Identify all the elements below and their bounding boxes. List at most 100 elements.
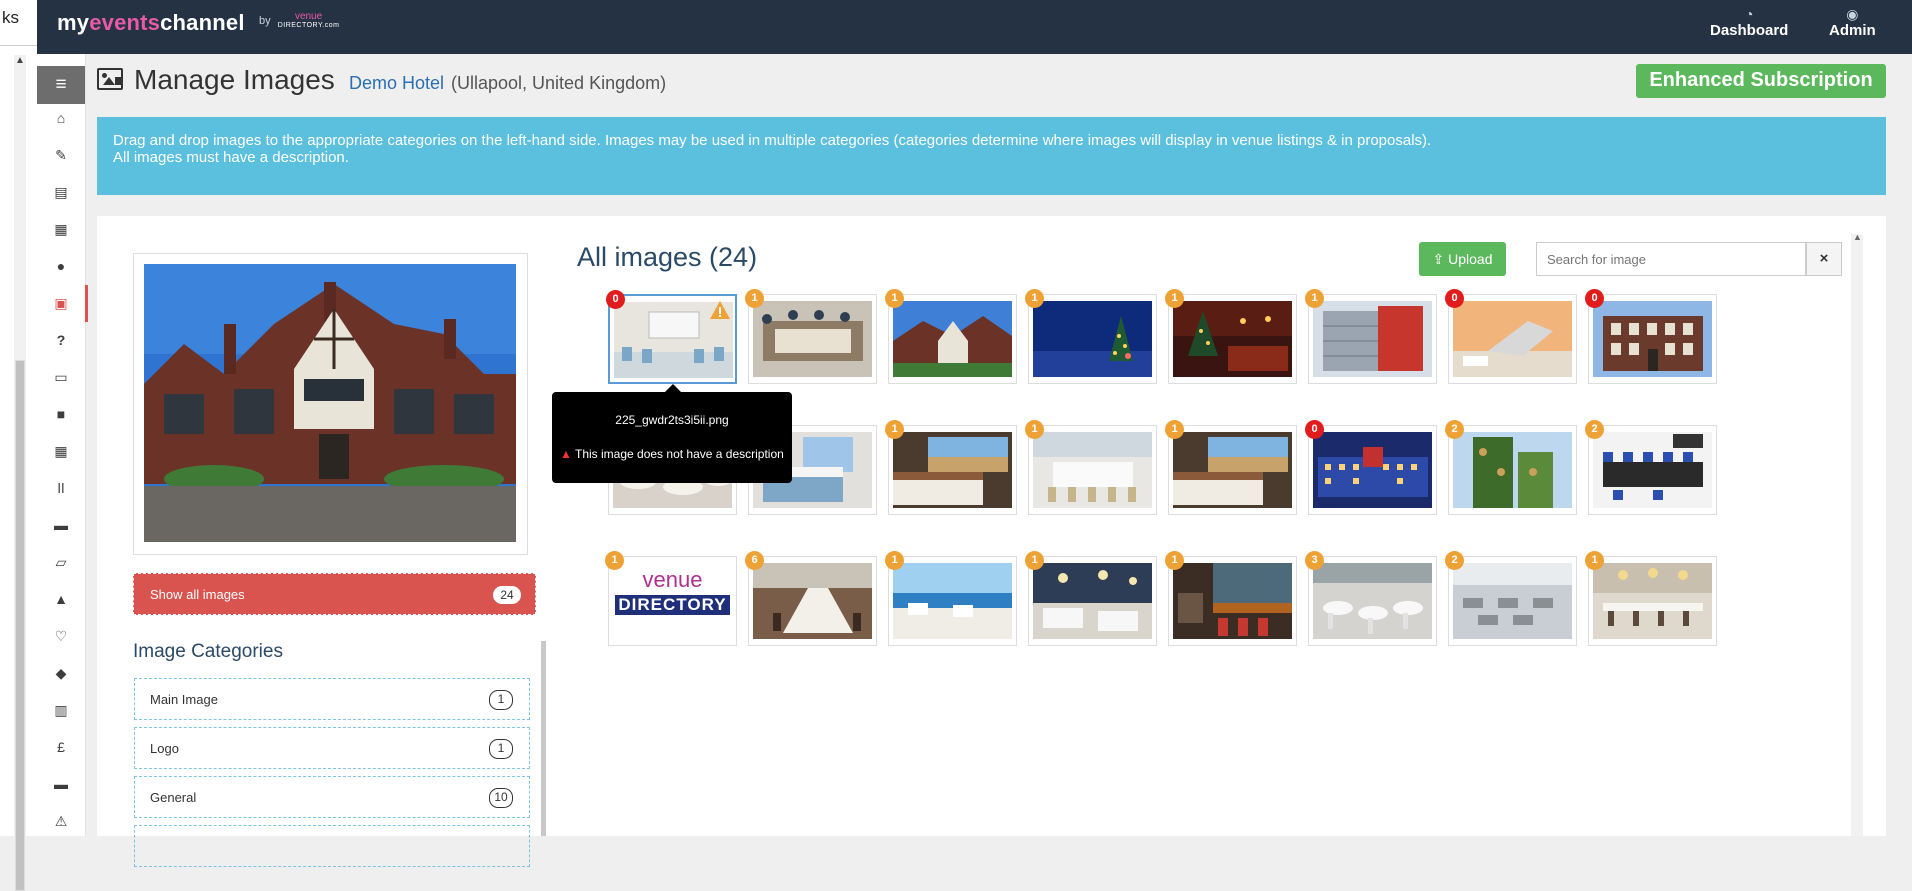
clear-search-button[interactable]: × <box>1806 242 1842 276</box>
scroll-up-icon[interactable]: ▲ <box>15 55 25 66</box>
cutlery-icon[interactable]: ǀǀ <box>37 470 85 507</box>
document-icon[interactable]: ▤ <box>37 174 85 211</box>
thumbnail-image <box>753 563 872 639</box>
id-card-icon[interactable]: ▥ <box>37 692 85 729</box>
usage-count-badge: 0 <box>606 290 625 309</box>
thumbnail-image <box>1593 432 1712 508</box>
category-count: 10 <box>489 788 513 808</box>
search-image-input[interactable] <box>1536 242 1806 276</box>
pound-icon[interactable]: £ <box>37 729 85 766</box>
thumbnail-image <box>1033 563 1152 639</box>
nav-admin[interactable]: ◉ Admin <box>1829 6 1876 39</box>
outer-divider <box>0 45 37 46</box>
user-icon[interactable]: ● <box>37 248 85 285</box>
nav-admin-label: Admin <box>1829 22 1876 39</box>
usage-count-badge: 0 <box>1305 420 1324 439</box>
usage-count-badge: 0 <box>1445 289 1464 308</box>
icon-sidebar: ≡ ⌂ ✎ ▤ ▦ ● ▣ ? ▭ ■ ▦ ǀǀ ▬ ▱ ▲ ♡ ◆ ▥ £ ▬… <box>37 54 88 836</box>
mini-logo-directory: DIRECTORY.com <box>277 22 340 29</box>
image-thumbnail[interactable]: venue DIRECTORY 1 <box>605 551 737 646</box>
image-thumbnail[interactable]: 0 <box>1305 420 1437 515</box>
usage-count-badge: 1 <box>1025 420 1044 439</box>
category-main-image[interactable]: Main Image 1 <box>134 678 530 720</box>
image-thumbnail[interactable]: 1 <box>885 420 1017 515</box>
warning-icon: ▲ <box>560 447 572 461</box>
image-thumbnail[interactable]: 0 <box>1445 289 1577 384</box>
monitor-icon[interactable]: ▭ <box>37 359 85 396</box>
image-thumbnail[interactable]: 0 <box>606 290 737 384</box>
logo-directory-text: DIRECTORY <box>615 595 730 615</box>
top-navbar: myeventschannel by venue DIRECTORY.com ◔… <box>37 0 1912 54</box>
usage-count-badge: 1 <box>885 551 904 570</box>
image-thumbnail[interactable]: 1 <box>745 289 877 384</box>
logo-venue-text: venue <box>642 567 703 592</box>
heart-icon[interactable]: ♡ <box>37 618 85 655</box>
image-tooltip: 225_gwdr2ts3i5ii.png ▲ This image does n… <box>552 384 792 483</box>
show-all-images-button[interactable]: Show all images 24 <box>133 573 536 615</box>
edit-icon[interactable]: ✎ <box>37 137 85 174</box>
upload-icon: ⇪ <box>1432 251 1445 267</box>
thumbnail-image <box>1033 301 1152 377</box>
nav-dashboard[interactable]: ◔ Dashboard <box>1710 6 1788 39</box>
user-circle-icon: ◉ <box>1846 6 1859 22</box>
tooltip-message-row: ▲ This image does not have a description <box>560 447 784 461</box>
image-thumbnail[interactable]: 6 <box>745 551 877 646</box>
categories-scrollbar[interactable] <box>541 641 546 836</box>
upload-button[interactable]: ⇪ Upload <box>1419 242 1506 276</box>
image-thumbnail[interactable]: 1 <box>885 551 1017 646</box>
image-icon[interactable]: ▣ <box>37 285 88 322</box>
bed-icon[interactable]: ▬ <box>37 507 85 544</box>
calendar-icon[interactable]: ▦ <box>37 211 85 248</box>
image-thumbnail[interactable]: 1 <box>1585 551 1717 646</box>
question-icon[interactable]: ? <box>37 322 85 359</box>
credit-card-icon[interactable]: ▬ <box>37 766 85 803</box>
image-thumbnail[interactable]: 1 <box>1025 551 1157 646</box>
briefcase-icon[interactable]: ■ <box>37 396 85 433</box>
image-thumbnail[interactable]: 2 <box>1445 551 1577 646</box>
image-thumbnail[interactable]: 2 <box>1445 420 1577 515</box>
image-thumbnail[interactable]: 3 <box>1305 551 1437 646</box>
show-all-count: 24 <box>493 586 521 604</box>
home-icon[interactable]: ⌂ <box>37 100 85 137</box>
menu-toggle-button[interactable]: ≡ <box>37 66 85 104</box>
main-scrollbar[interactable]: ▲ <box>1851 232 1863 836</box>
image-thumbnail[interactable]: 1 <box>1025 420 1157 515</box>
nav-dashboard-label: Dashboard <box>1710 22 1789 39</box>
thumbnail-image <box>1453 301 1572 377</box>
image-thumbnail[interactable]: 1 <box>1165 420 1297 515</box>
category-general[interactable]: General 10 <box>134 776 530 818</box>
image-thumbnail[interactable]: 1 <box>885 289 1017 384</box>
usage-count-badge: 6 <box>745 551 764 570</box>
thumbnail-image <box>1593 563 1712 639</box>
image-thumbnail[interactable]: 0 <box>1585 289 1717 384</box>
image-thumbnail[interactable]: 1 <box>1025 289 1157 384</box>
tags-icon[interactable]: ◆ <box>37 655 85 692</box>
usage-count-badge: 1 <box>1165 420 1184 439</box>
category-item[interactable] <box>134 825 530 867</box>
category-logo[interactable]: Logo 1 <box>134 727 530 769</box>
warning-icon[interactable]: ⚠ <box>37 803 85 840</box>
logo-part-my: my <box>57 10 90 35</box>
logo-part-channel: channel <box>160 10 245 35</box>
upload-label: Upload <box>1448 251 1493 267</box>
usage-count-badge: 1 <box>605 551 624 570</box>
info-line-2: All images must have a description. <box>113 149 349 166</box>
image-thumbnail[interactable]: 1 <box>1165 289 1297 384</box>
venue-name-link[interactable]: Demo Hotel <box>349 73 444 94</box>
calculator-icon[interactable]: ▦ <box>37 433 85 470</box>
outer-scrollbar[interactable]: ▲ <box>14 55 26 891</box>
image-thumbnail[interactable]: 1 <box>1305 289 1437 384</box>
category-label: General <box>150 790 197 805</box>
image-thumbnail[interactable]: 2 <box>1585 420 1717 515</box>
brand-logo[interactable]: myeventschannel <box>57 10 245 36</box>
logo-byline: by venue DIRECTORY.com <box>259 12 339 30</box>
scroll-up-icon[interactable]: ▲ <box>1853 232 1862 242</box>
image-thumbnail[interactable]: 1 <box>1165 551 1297 646</box>
outer-scrollbar-thumb[interactable] <box>15 360 25 891</box>
usage-count-badge: 1 <box>1165 289 1184 308</box>
tree-icon[interactable]: ▲ <box>37 581 85 618</box>
book-icon[interactable]: ▱ <box>37 544 85 581</box>
show-all-label: Show all images <box>150 587 245 602</box>
thumbnail-image <box>1313 432 1432 508</box>
thumbnail-image <box>1453 563 1572 639</box>
